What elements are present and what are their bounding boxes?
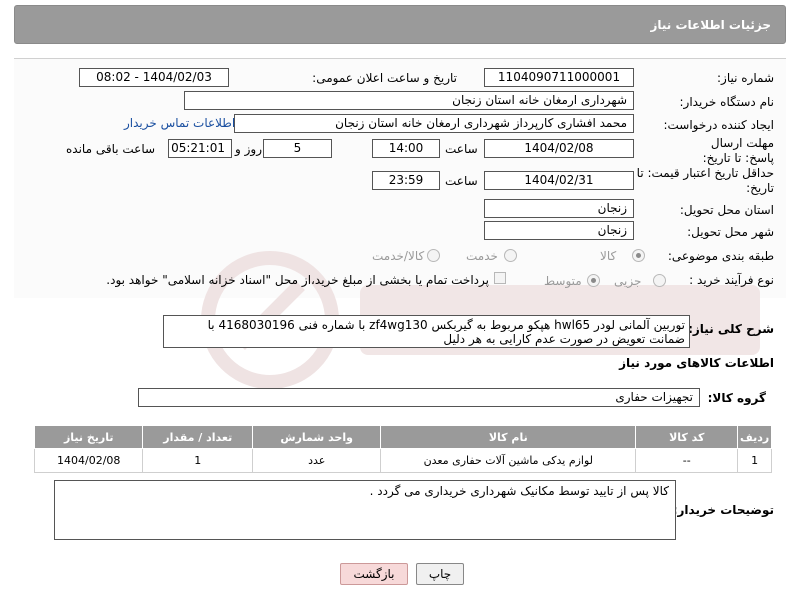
process-minor-radio[interactable] xyxy=(653,274,666,287)
page-title: جزئیات اطلاعات نیاز xyxy=(650,18,771,32)
city-label: شهر محل تحویل: xyxy=(687,225,774,239)
back-button[interactable]: بازگشت xyxy=(340,563,408,585)
col-name: نام کالا xyxy=(380,425,637,449)
process-minor-label: جزیی xyxy=(614,274,642,288)
province-label: استان محل تحویل: xyxy=(679,203,774,217)
category-goods-service-label: کالا/خدمت xyxy=(372,249,425,263)
buyer-contact-link[interactable]: اطلاعات تماس خریدار xyxy=(124,116,235,130)
remaining-label: ساعت باقی مانده xyxy=(66,142,156,156)
category-service-radio[interactable] xyxy=(504,249,517,262)
province-field: زنجان xyxy=(484,199,634,218)
buyer-org-field: شهرداری ارمغان خانه استان زنجان xyxy=(184,91,634,110)
description-textarea[interactable]: توربین آلمانی لودر hwl65 هپکو مربوط به گ… xyxy=(163,315,690,348)
col-code: کد کالا xyxy=(635,425,739,449)
category-label: طبقه بندی موضوعی: xyxy=(667,249,774,263)
process-medium-label: متوسط xyxy=(544,274,582,288)
validity-time-field: 23:59 xyxy=(372,171,440,190)
page-header: جزئیات اطلاعات نیاز xyxy=(14,5,786,44)
category-goods-radio[interactable] xyxy=(632,249,645,262)
cell-quantity: 1 xyxy=(142,448,253,473)
col-need-date: تاریخ نیاز xyxy=(33,425,144,449)
announce-label: تاریخ و ساعت اعلان عمومی: xyxy=(312,71,457,85)
process-medium-radio[interactable] xyxy=(587,274,600,287)
buyer-notes-textarea[interactable]: کالا پس از تایید توسط مکانیک شهرداری خری… xyxy=(54,480,676,540)
category-goods-label: کالا xyxy=(600,249,617,263)
need-number-label: شماره نیاز: xyxy=(717,71,774,85)
cell-need-date: 1404/02/08 xyxy=(33,448,144,473)
description-label: شرح کلی نیاز: xyxy=(688,322,774,336)
remaining-time-field: 05:21:01 xyxy=(168,139,232,158)
goods-group-field: تجهیزات حفاری xyxy=(138,388,700,407)
category-service-label: خدمت xyxy=(466,249,498,263)
buyer-org-label: نام دستگاه خریدار: xyxy=(679,95,775,109)
goods-group-label: گروه کالا: xyxy=(707,391,766,405)
goods-section-title: اطلاعات کالاهای مورد نیاز xyxy=(619,356,774,370)
goods-table: ردیف کد کالا نام کالا واحد شمارش تعداد /… xyxy=(33,425,772,473)
deadline-time-label: ساعت xyxy=(445,142,478,156)
buyer-notes-label: توضیحات خریدار: xyxy=(672,503,774,517)
cell-row: 1 xyxy=(737,448,772,473)
validity-label: حداقل تاریخ اعتبار قیمت: تا تاریخ: xyxy=(636,166,774,195)
goods-table-header: ردیف کد کالا نام کالا واحد شمارش تعداد /… xyxy=(33,425,772,449)
process-label: نوع فرآیند خرید : xyxy=(689,273,774,287)
table-row: 1 -- لوازم یدکی ماشین آلات حفاری معدن عد… xyxy=(33,448,772,473)
deadline-label: مهلت ارسال پاسخ: تا تاریخ: xyxy=(702,136,774,165)
deadline-time-field: 14:00 xyxy=(372,139,440,158)
print-button[interactable]: چاپ xyxy=(416,563,464,585)
col-quantity: تعداد / مقدار xyxy=(142,425,253,449)
validity-time-label: ساعت xyxy=(445,174,478,188)
cell-name: لوازم یدکی ماشین آلات حفاری معدن xyxy=(380,448,637,473)
treasury-payment-checkbox[interactable] xyxy=(494,272,506,284)
col-row: ردیف xyxy=(737,425,772,449)
category-goods-service-radio[interactable] xyxy=(427,249,440,262)
cell-unit: عدد xyxy=(251,448,382,473)
days-field: 5 xyxy=(263,139,332,158)
city-field: زنجان xyxy=(484,221,634,240)
cell-code: -- xyxy=(635,448,739,473)
creator-label: ایجاد کننده درخواست: xyxy=(663,118,774,132)
validity-date-field: 1404/02/31 xyxy=(484,171,634,190)
deadline-date-field: 1404/02/08 xyxy=(484,139,634,158)
treasury-payment-note: پرداخت تمام یا بخشی از مبلغ خرید،از محل … xyxy=(106,273,489,287)
announce-field: 1404/02/03 - 08:02 xyxy=(79,68,229,87)
days-label: روز و xyxy=(235,142,262,156)
need-number-field: 1104090711000001 xyxy=(484,68,634,87)
col-unit: واحد شمارش xyxy=(251,425,382,449)
creator-field: محمد افشاری کارپرداز شهرداری ارمغان خانه… xyxy=(234,114,634,133)
